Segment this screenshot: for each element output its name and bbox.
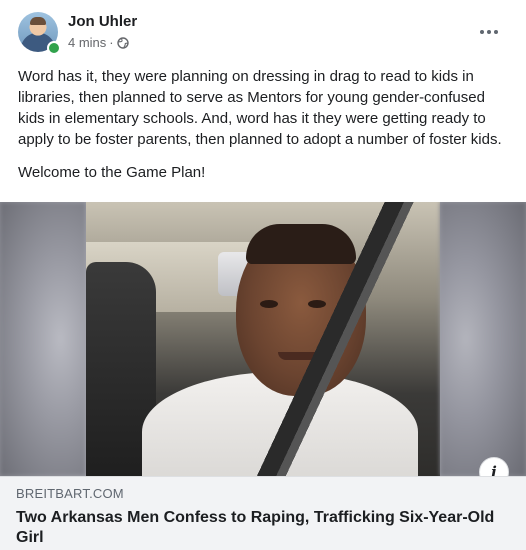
post-paragraph: Word has it, they were planning on dress… — [18, 68, 502, 148]
meta-separator: · — [109, 35, 114, 50]
post-header: Jon Uhler 4 mins · — [0, 0, 526, 62]
link-domain: BREITBART.COM — [16, 486, 124, 501]
facebook-post: Jon Uhler 4 mins · Word has it, they wer… — [0, 0, 526, 550]
photo-window-frame — [86, 202, 440, 476]
news-photo — [86, 202, 440, 476]
author-avatar[interactable] — [18, 12, 61, 55]
image-blur-right — [440, 202, 526, 476]
link-preview-image[interactable] — [0, 202, 526, 476]
link-preview-meta[interactable]: BREITBART.COM Two Arkansas Men Confess t… — [0, 476, 526, 550]
post-paragraph: Welcome to the Game Plan! — [18, 164, 206, 181]
post-meta: 4 mins · — [68, 35, 129, 50]
more-options-icon — [487, 30, 491, 34]
more-options-button[interactable] — [474, 20, 504, 44]
more-options-icon — [480, 30, 484, 34]
online-status-indicator — [47, 41, 61, 55]
author-name[interactable]: Jon Uhler — [68, 13, 137, 30]
link-preview-card[interactable]: i BREITBART.COM Two Arkansas Men Confess… — [0, 200, 526, 550]
avatar-hair — [30, 17, 46, 25]
image-blur-left — [0, 202, 86, 476]
post-body: Word has it, they were planning on dress… — [18, 66, 510, 183]
more-options-icon — [494, 30, 498, 34]
globe-icon[interactable] — [116, 36, 129, 49]
post-timestamp[interactable]: 4 mins — [68, 35, 106, 50]
link-title[interactable]: Two Arkansas Men Confess to Raping, Traf… — [16, 508, 516, 548]
